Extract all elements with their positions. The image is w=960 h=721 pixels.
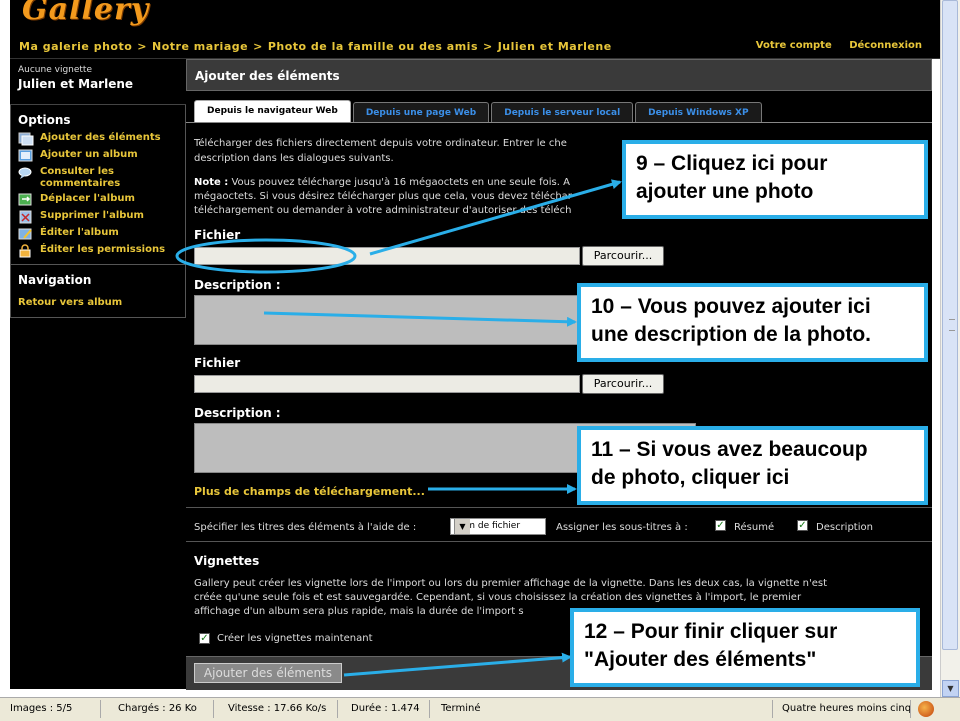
arrow-12	[343, 652, 572, 677]
callout-9: 9 – Cliquez ici pour ajouter une photo	[622, 140, 928, 219]
callout-11: 11 – Si vous avez beaucoup de photo, cli…	[577, 426, 928, 505]
callout-text-line: ajouter une photo	[636, 180, 814, 203]
callout-10: 10 – Vous pouvez ajouter ici une descrip…	[577, 283, 928, 362]
arrow-10	[263, 311, 577, 327]
callout-12: 12 – Pour finir cliquer sur "Ajouter des…	[570, 608, 920, 687]
callout-text-line: 10 – Vous pouvez ajouter ici	[591, 295, 871, 318]
callout-text-line: 9 – Cliquez ici pour	[636, 152, 828, 175]
callout-text-line: 11 – Si vous avez beaucoup	[591, 438, 868, 461]
callout-text-line: 12 – Pour finir cliquer sur	[584, 620, 838, 643]
callout-text-line: de photo, cliquer ici	[591, 466, 790, 489]
callout-text-line: une description de la photo.	[591, 323, 872, 346]
screenshot-root: Gallery Ma galerie photo > Notre mariage > P…	[0, 0, 960, 721]
arrow-9	[369, 179, 622, 256]
highlight-circle	[175, 238, 357, 274]
callout-text-line: "Ajouter des éléments"	[584, 648, 817, 671]
